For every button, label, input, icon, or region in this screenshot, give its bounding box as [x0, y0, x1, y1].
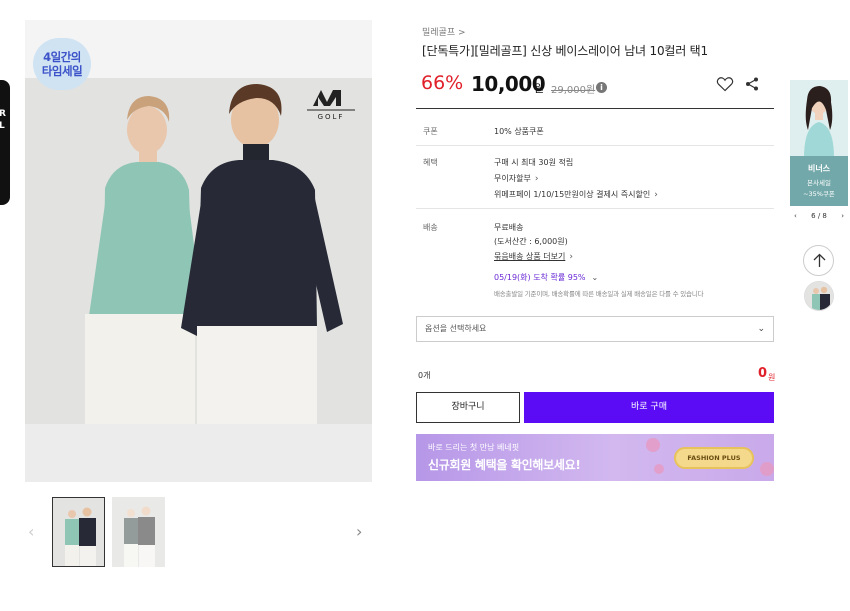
- price-divider: [416, 108, 774, 109]
- heart-icon[interactable]: [716, 76, 734, 92]
- promo-title: 신규회원 혜택을 확인해보세요!: [428, 458, 581, 472]
- product-title: [단독특가][밀레골프] 신상 베이스레이어 남녀 10컬러 택1: [422, 44, 708, 58]
- installment-link[interactable]: 무이자할부 ›: [494, 173, 538, 184]
- thumbnail-2-image: [112, 497, 165, 567]
- rail-ad-banner[interactable]: 비너스 본사세일 ~35%쿠폰: [790, 80, 848, 206]
- rail-ad-image: [790, 80, 848, 158]
- info-icon[interactable]: i: [596, 82, 607, 93]
- total-price-unit: 원: [768, 373, 776, 382]
- thumbnail-1-image: [53, 498, 104, 566]
- sale-price-unit: 원: [534, 82, 545, 95]
- new-member-promo-banner[interactable]: 바로 드리는 첫 만남 베네핏 신규회원 혜택을 확인해보세요! FASHION…: [416, 434, 774, 481]
- original-price: 29,000원: [551, 85, 596, 96]
- breadcrumb[interactable]: 밀레골프 >: [422, 25, 466, 38]
- chevron-down-icon: ⌄: [591, 273, 599, 282]
- add-to-cart-button[interactable]: 장바구니: [416, 392, 520, 423]
- free-shipping: 무료배송: [494, 223, 524, 232]
- option-placeholder: 옵션을 선택하세요: [425, 324, 487, 333]
- rail-ad-caption: 비너스 본사세일 ~35%쿠폰: [790, 156, 848, 206]
- fashion-plus-logo: FASHION PLUS: [674, 447, 754, 469]
- chevron-right-icon[interactable]: ›: [841, 212, 844, 220]
- coupon-label: 쿠폰: [423, 127, 438, 136]
- decor-icon: [760, 462, 774, 476]
- timesale-badge: 4일간의 타임세일: [33, 38, 91, 90]
- quantity-count: 0개: [418, 371, 431, 380]
- chevron-down-icon: ⌄: [757, 324, 765, 334]
- delivery-estimate[interactable]: 05/19(화) 도착 확률 95% ⌄: [494, 272, 598, 283]
- thumbnail-next-arrow[interactable]: ›: [356, 522, 370, 541]
- option-select[interactable]: 옵션을 선택하세요 ⌄: [416, 316, 774, 342]
- benefit-divider: [416, 208, 774, 209]
- left-side-banner[interactable]: R L: [0, 80, 10, 205]
- bundle-shipping-link[interactable]: 묶음배송 상품 더보기 ›: [494, 251, 573, 262]
- models-illustration: [25, 78, 372, 424]
- pay-discount-link[interactable]: 위메프페이 1/10/15만원이상 결제시 즉시할인 ›: [494, 189, 658, 200]
- benefit-points: 구매 시 최대 30원 적립: [494, 158, 574, 167]
- discount-rate: 66%: [421, 72, 464, 94]
- decor-icon: [654, 464, 664, 474]
- delivery-note: 배송출발일 기준이며, 배송확률에 따른 배송일과 실제 배송일은 다를 수 있…: [494, 290, 704, 298]
- arrow-up-icon: [813, 253, 826, 267]
- promo-subtitle: 바로 드리는 첫 만남 베네핏: [428, 443, 520, 452]
- remote-area-fee: (도서산간 : 6,000원): [494, 237, 568, 246]
- recent-product-image: [805, 282, 833, 310]
- coupon-value: 10% 상품쿠폰: [494, 127, 544, 136]
- buy-now-button[interactable]: 바로 구매: [524, 392, 774, 423]
- share-icon[interactable]: [744, 76, 760, 92]
- benefit-label: 혜택: [423, 158, 438, 167]
- total-price: 0: [758, 366, 768, 381]
- chevron-right-icon: ›: [654, 190, 658, 200]
- product-main-image: 4일간의 타임세일 GOLF: [25, 20, 372, 482]
- decor-icon: [646, 438, 660, 452]
- thumbnail-1[interactable]: [52, 497, 105, 567]
- chevron-right-icon: ›: [569, 252, 573, 262]
- image-bottom-band: [25, 424, 372, 482]
- scroll-to-top-button[interactable]: [803, 245, 834, 276]
- brand-logo: GOLF: [307, 90, 355, 121]
- svg-text:GOLF: GOLF: [318, 113, 345, 121]
- rail-page-indicator: 6 / 8: [811, 212, 827, 220]
- chevron-left-icon[interactable]: ‹: [794, 212, 797, 220]
- chevron-right-icon: ›: [534, 174, 539, 184]
- shipping-label: 배송: [423, 223, 438, 232]
- coupon-divider: [416, 145, 774, 146]
- thumbnail-2[interactable]: [112, 497, 165, 567]
- recently-viewed-thumbnail[interactable]: [804, 281, 834, 311]
- left-banner-text: R L: [0, 109, 6, 131]
- rail-pager: ‹ 6 / 8 ›: [794, 212, 844, 220]
- thumbnail-prev-arrow[interactable]: ‹: [28, 522, 42, 541]
